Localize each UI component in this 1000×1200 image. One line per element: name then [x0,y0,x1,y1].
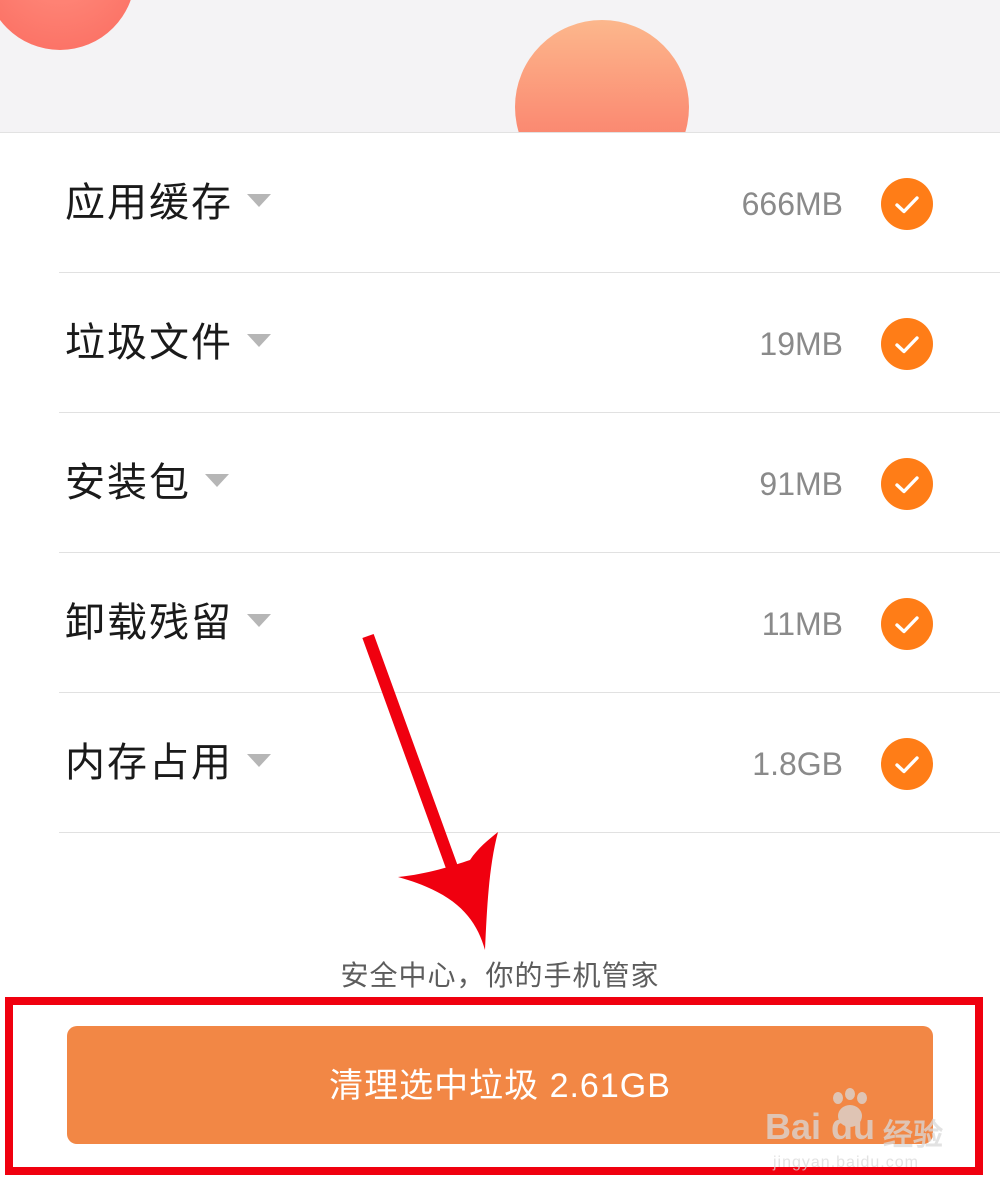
watermark-product: 经验 [883,1118,943,1153]
decorative-bubble-center [515,20,689,132]
category-size: 19MB [759,326,843,362]
tagline: 安全中心，你的手机管家 [340,959,660,992]
list-item-install-packages[interactable]: 安装包 91MB [59,413,1000,553]
check-icon [895,336,919,354]
chevron-down-icon[interactable] [247,613,271,627]
check-icon [895,476,919,494]
checkbox-app-cache[interactable] [881,178,933,230]
category-label: 安装包 [65,460,191,506]
checkbox-uninstall-residue[interactable] [881,598,933,650]
watermark-url: jingyan.baidu.com [773,1154,919,1171]
chevron-down-icon[interactable] [247,753,271,767]
chevron-down-icon[interactable] [205,473,229,487]
category-label-wrapper[interactable]: 安装包 [65,459,229,507]
list-item-app-cache[interactable]: 应用缓存 666MB [59,133,1000,273]
category-size: 11MB [761,606,843,642]
chevron-down-icon[interactable] [247,333,271,347]
baidu-jingyan-watermark: Bai du 经验 jingyan.baidu.com [765,1088,965,1178]
chevron-down-icon[interactable] [247,193,271,207]
junk-category-list: 应用缓存 666MB 垃圾文件 19MB 安装包 91MB 卸载残留 11MB … [0,133,1000,833]
header-decoration [0,0,1000,133]
check-icon [895,616,919,634]
category-label: 卸载残留 [65,600,233,646]
watermark-brand: Bai du [765,1106,876,1147]
check-icon [895,756,919,774]
category-size: 1.8GB [752,746,843,782]
category-size: 91MB [759,466,843,502]
category-label-wrapper[interactable]: 应用缓存 [65,179,271,227]
category-label: 垃圾文件 [65,320,233,366]
checkbox-junk-files[interactable] [881,318,933,370]
checkbox-install-packages[interactable] [881,458,933,510]
category-label-wrapper[interactable]: 内存占用 [65,739,271,787]
category-label: 内存占用 [65,740,233,786]
decorative-bubble-left [0,0,135,50]
checkbox-memory-usage[interactable] [881,738,933,790]
list-item-junk-files[interactable]: 垃圾文件 19MB [59,273,1000,413]
category-size: 666MB [741,186,843,222]
list-item-uninstall-residue[interactable]: 卸载残留 11MB [59,553,1000,693]
check-icon [895,196,919,214]
list-item-memory-usage[interactable]: 内存占用 1.8GB [59,693,1000,833]
category-label-wrapper[interactable]: 垃圾文件 [65,319,271,367]
category-label: 应用缓存 [65,180,233,226]
category-label-wrapper[interactable]: 卸载残留 [65,599,271,647]
